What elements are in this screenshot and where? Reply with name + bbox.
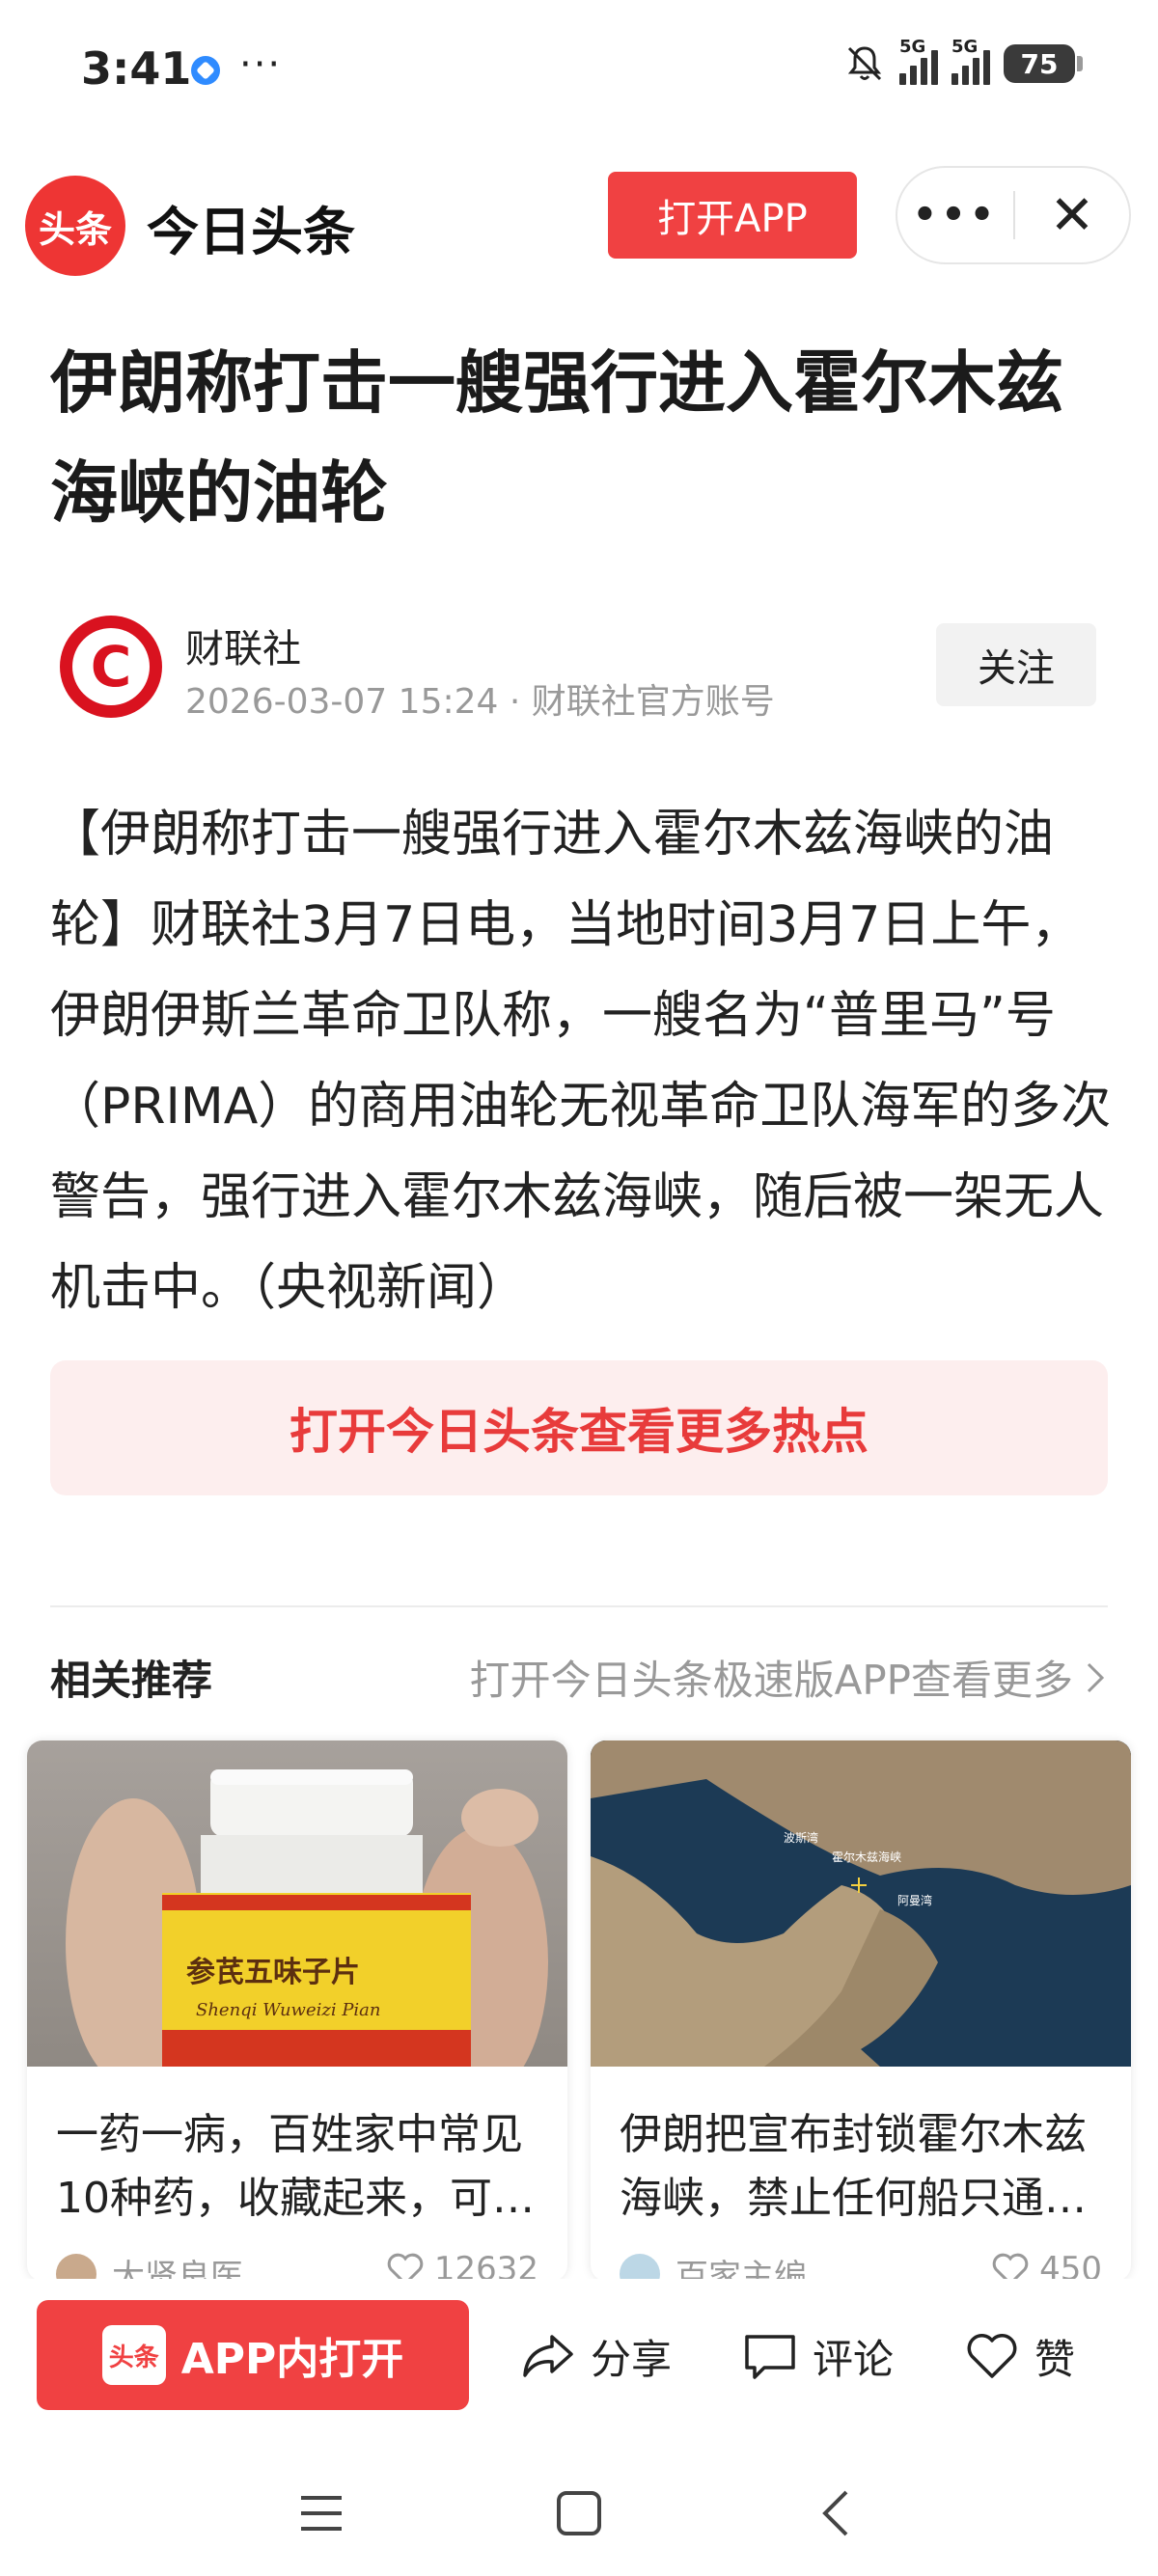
section-divider <box>50 1605 1108 1607</box>
map-label-gulf: 波斯湾 <box>784 1830 818 1845</box>
card-likes: 450 <box>991 2250 1102 2281</box>
open-in-app-label: APP内打开 <box>180 2335 404 2384</box>
like-button[interactable]: 赞 <box>965 2317 1075 2395</box>
article-body: 【伊朗称打击一艘强行进入霍尔木兹海峡的油轮】财联社3月7日电，当地时间3月7日上… <box>50 806 1112 1317</box>
heart-icon <box>992 2253 1029 2281</box>
author-avatar[interactable]: C <box>60 616 162 718</box>
follow-button[interactable]: 关注 <box>936 623 1096 706</box>
chevron-right-icon <box>1087 1662 1105 1692</box>
miniapp-capsule: ••• ✕ <box>896 166 1131 264</box>
mute-bell-icon <box>847 46 882 81</box>
card-title: 伊朗把宣布封锁霍尔木兹海峡，禁止任何船只通… <box>620 2110 1087 2223</box>
recents-button[interactable] <box>288 2480 355 2547</box>
author-avatar-letter: C <box>72 628 150 705</box>
card-likes-count: 12632 <box>433 2250 538 2281</box>
card-likes: 12632 <box>386 2250 538 2281</box>
author-row: C 财联社 2026-03-07 15:24 · 财联社官方账号 关注 <box>0 608 1158 724</box>
menu-lines-icon <box>301 2496 342 2531</box>
card-author: 大贤良医 <box>56 2250 243 2281</box>
card-image-map: 波斯湾 霍尔木兹海峡 阿曼湾 <box>591 1740 1131 2067</box>
status-indicators: 5G 5G 75 <box>843 37 1083 85</box>
comment-label: 评论 <box>813 2335 895 2383</box>
back-chevron-icon <box>822 2490 848 2536</box>
card-author-avatar <box>56 2253 96 2281</box>
back-button[interactable] <box>801 2480 868 2547</box>
toutiao-logo: 头条 <box>25 176 125 276</box>
notification-app-icon <box>191 56 220 85</box>
related-title: 相关推荐 <box>50 1657 213 1704</box>
author-name[interactable]: 财联社 <box>185 617 301 673</box>
share-icon <box>523 2335 573 2377</box>
card-title: 一药一病，百姓家中常见10种药，收藏起来，可… <box>56 2110 535 2223</box>
status-bar: 3:41 ··· 5G 5G 75 <box>0 0 1158 135</box>
home-square-icon <box>557 2491 601 2535</box>
system-nav-bar <box>0 2451 1158 2576</box>
medicine-label-text: 参芪五味子片 <box>186 1956 360 1989</box>
card-likes-count: 450 <box>1039 2250 1102 2281</box>
article-title: 伊朗称打击一艘强行进入霍尔木兹海峡的油轮 <box>50 343 1063 533</box>
signal-5g-icon: 5G <box>899 37 938 85</box>
related-more-link[interactable]: 打开今日头条极速版APP查看更多 <box>470 1648 1108 1707</box>
app-name: 今日头条 <box>147 202 355 262</box>
share-button[interactable]: 分享 <box>521 2317 672 2395</box>
card-author: 百家主编 <box>620 2250 807 2281</box>
strait-map-illustration: 波斯湾 霍尔木兹海峡 阿曼湾 <box>591 1740 1131 2067</box>
more-options-button[interactable]: ••• <box>897 168 1013 262</box>
card-footer: 大贤良医 12632 <box>56 2250 538 2281</box>
comment-icon <box>745 2335 795 2379</box>
close-button[interactable]: ✕ <box>1015 168 1129 262</box>
card-author-avatar <box>620 2253 660 2281</box>
map-label-oman: 阿曼湾 <box>897 1893 932 1907</box>
map-label-strait: 霍尔木兹海峡 <box>832 1850 901 1864</box>
heart-icon <box>387 2253 424 2281</box>
status-time: 3:41 <box>81 42 192 95</box>
status-more-icon: ··· <box>239 42 283 87</box>
related-card[interactable]: 波斯湾 霍尔木兹海峡 阿曼湾 伊朗把宣布封锁霍尔木兹海峡，禁止任何船只通… 百家… <box>591 1740 1131 2281</box>
share-label: 分享 <box>591 2335 673 2383</box>
like-label: 赞 <box>1034 2335 1076 2383</box>
medicine-bottle-illustration: 参芪五味子片 Shenqi Wuweizi Pian <box>66 1769 548 2067</box>
open-app-button[interactable]: 打开APP <box>608 172 857 259</box>
medicine-label-sub: Shenqi Wuweizi Pian <box>196 2000 381 2020</box>
card-image-medicine: 参芪五味子片 Shenqi Wuweizi Pian <box>27 1740 567 2067</box>
battery-icon: 75 <box>1004 44 1083 83</box>
home-button[interactable] <box>545 2480 613 2547</box>
card-author-name: 百家主编 <box>676 2258 807 2281</box>
card-footer: 百家主编 450 <box>620 2250 1102 2281</box>
comment-button[interactable]: 评论 <box>743 2317 894 2395</box>
related-card[interactable]: 参芪五味子片 Shenqi Wuweizi Pian 一药一病，百姓家中常见10… <box>27 1740 567 2281</box>
author-meta: 2026-03-07 15:24 · 财联社官方账号 <box>185 682 775 722</box>
bottom-action-bar: 头条 APP内打开 分享 评论 赞 <box>0 2279 1158 2425</box>
open-more-hot-button[interactable]: 打开今日头条查看更多热点 <box>50 1360 1108 1495</box>
open-in-app-button[interactable]: 头条 APP内打开 <box>37 2300 469 2410</box>
signal-5g-icon-2: 5G <box>951 37 990 85</box>
related-header: 相关推荐 打开今日头条极速版APP查看更多 <box>50 1640 1108 1708</box>
card-author-name: 大贤良医 <box>112 2258 243 2281</box>
toutiao-mini-logo: 头条 <box>101 2325 166 2385</box>
app-header: 头条 今日头条 打开APP ••• ✕ <box>0 164 1158 276</box>
heart-icon <box>967 2334 1017 2378</box>
related-more-label: 打开今日头条极速版APP查看更多 <box>469 1657 1073 1704</box>
